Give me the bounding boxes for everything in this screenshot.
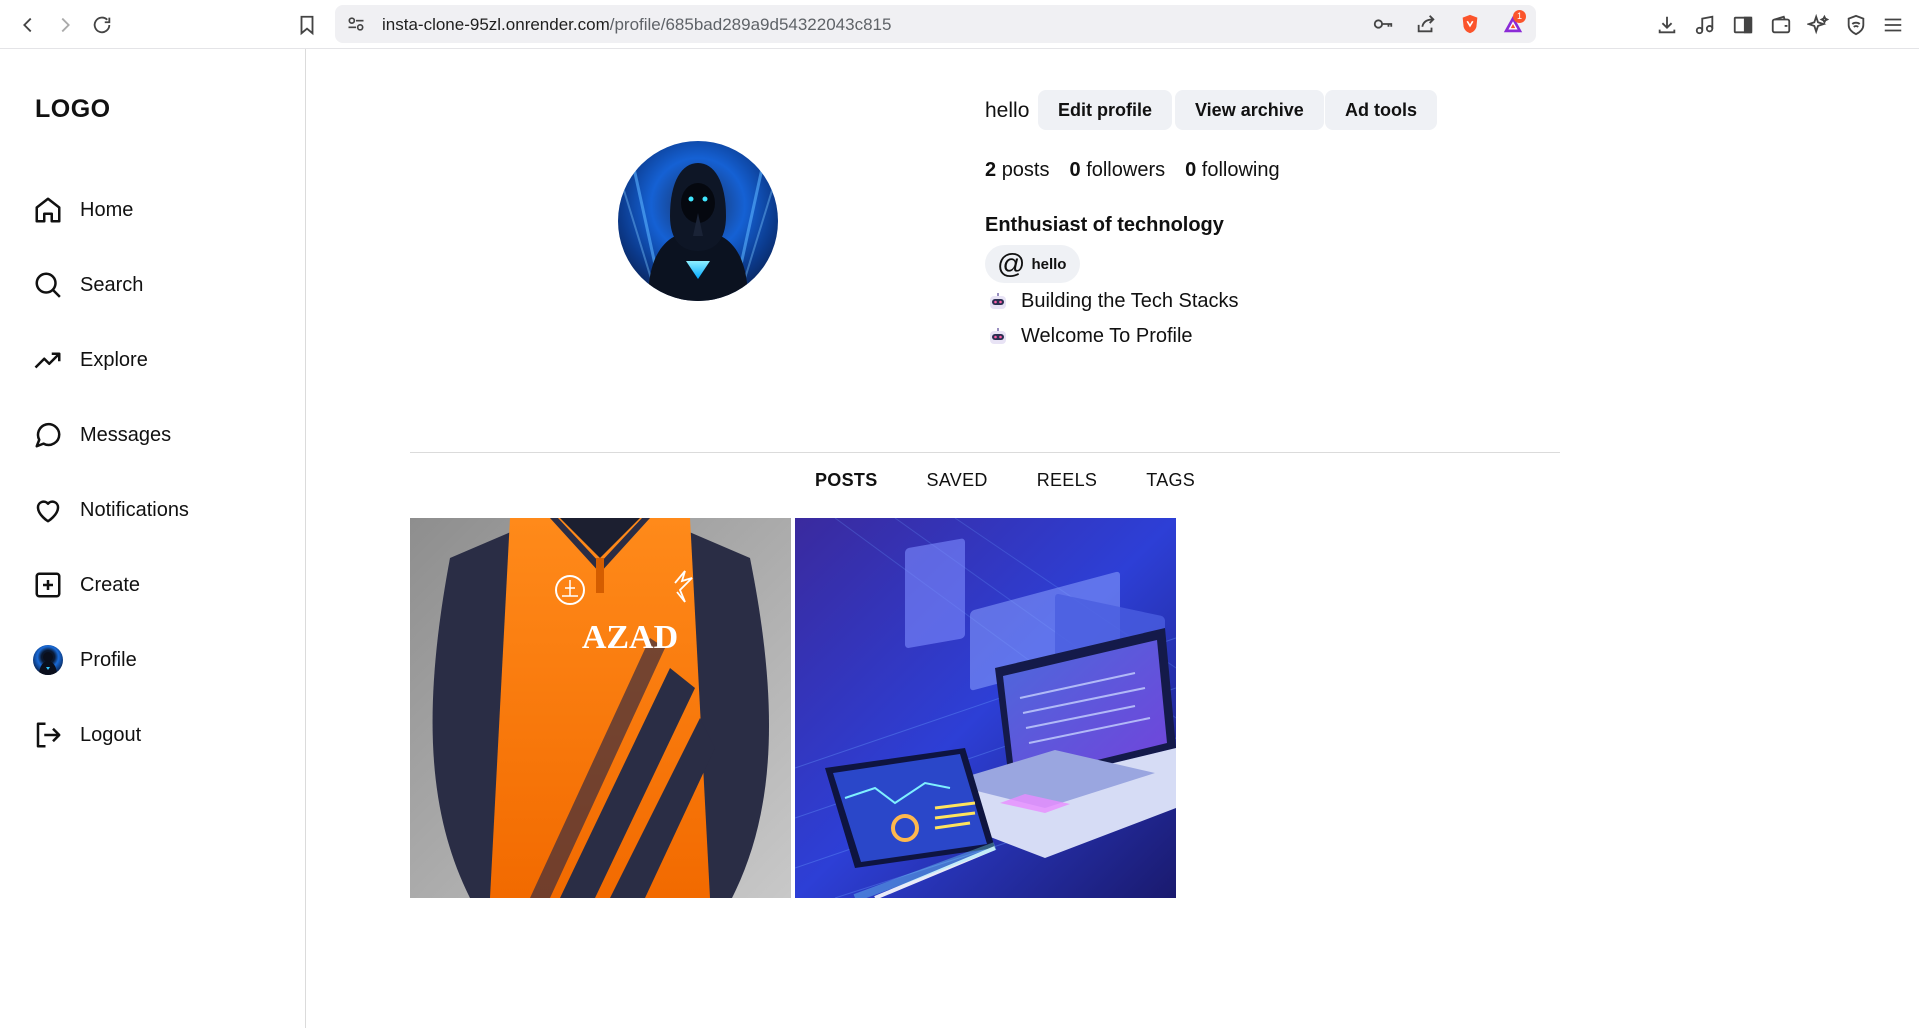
avatar — [33, 645, 63, 675]
downloads-button[interactable] — [1654, 12, 1680, 38]
menu-button[interactable] — [1880, 12, 1906, 38]
profile-username: hello — [985, 99, 1030, 122]
sidebar: LOGO Home Search Explore Messages Notifi… — [0, 49, 306, 1028]
sidebar-item-profile[interactable]: Profile — [33, 640, 137, 680]
sparkle-icon — [1807, 14, 1829, 35]
jersey-image: AZAD — [410, 518, 791, 898]
sidebar-toggle-button[interactable] — [1730, 12, 1756, 38]
chevron-right-icon — [61, 17, 70, 33]
sidebar-item-create[interactable]: Create — [33, 565, 140, 605]
sidebar-item-explore[interactable]: Explore — [33, 340, 148, 380]
view-archive-button[interactable]: View archive — [1175, 90, 1324, 130]
sidebar-item-home[interactable]: Home — [33, 190, 133, 230]
message-circle-icon — [35, 422, 61, 448]
followers-count: 0 — [1069, 159, 1081, 181]
address-bar[interactable]: insta-clone-95zl.onrender.com/profile/68… — [335, 5, 1536, 43]
share-icon[interactable] — [1415, 13, 1437, 35]
url-text[interactable]: insta-clone-95zl.onrender.com/profile/68… — [382, 15, 891, 35]
brave-shield-icon[interactable] — [1459, 13, 1481, 35]
leo-ai-button[interactable] — [1805, 12, 1831, 38]
tab-reels[interactable]: REELS — [1037, 470, 1098, 491]
music-icon — [1695, 15, 1714, 35]
posts-count: 2 — [985, 159, 997, 181]
back-button[interactable] — [15, 12, 41, 38]
handle-text: hello — [1031, 255, 1067, 273]
sidebar-item-messages[interactable]: Messages — [33, 415, 171, 455]
profile-avatar[interactable] — [618, 141, 778, 301]
trending-icon — [34, 352, 61, 369]
site-settings-icon[interactable] — [345, 13, 367, 35]
tab-saved[interactable]: SAVED — [927, 470, 988, 491]
followers-label: followers — [1086, 159, 1166, 181]
hamburger-menu-icon — [1884, 18, 1902, 32]
profile-display-name: Enthusiast of technology — [985, 214, 1224, 236]
tab-tags[interactable]: TAGS — [1146, 470, 1195, 491]
logo[interactable]: LOGO — [35, 95, 111, 124]
shield-icon — [1847, 14, 1865, 36]
profile-picture — [618, 141, 778, 301]
posts-stat[interactable]: 2 posts — [985, 159, 1050, 182]
bookmark-button[interactable] — [294, 12, 320, 38]
post-thumbnail[interactable] — [795, 518, 1176, 898]
sidebar-item-search[interactable]: Search — [33, 265, 143, 305]
brave-rewards-icon[interactable]: 1 — [1502, 10, 1526, 35]
section-divider — [410, 452, 1560, 453]
following-label: following — [1201, 159, 1280, 181]
bio-text: Welcome To Profile — [1021, 325, 1193, 347]
tech-laptop-image — [795, 518, 1176, 898]
ad-tools-button[interactable]: Ad tools — [1325, 90, 1437, 130]
heart-icon — [36, 500, 60, 523]
profile-tabs: POSTS SAVED REELS TAGS — [815, 470, 1244, 491]
reload-button[interactable] — [89, 12, 115, 38]
sidebar-item-label: Profile — [80, 648, 137, 671]
sidebar-item-label: Messages — [80, 423, 172, 446]
sidebar-item-label: Search — [80, 273, 144, 296]
threads-icon: @ — [997, 248, 1026, 279]
followers-stat[interactable]: 0 followers — [1070, 159, 1166, 182]
sidebar-item-notifications[interactable]: Notifications — [33, 490, 189, 530]
logout-icon — [36, 722, 61, 748]
profile-stats: 2 posts 0 followers 0 following — [985, 159, 1280, 182]
browser-toolbar: insta-clone-95zl.onrender.com/profile/68… — [0, 0, 1919, 49]
sidebar-icon — [1733, 16, 1753, 34]
sidebar-item-label: Explore — [80, 348, 148, 371]
posts-label: posts — [1001, 159, 1050, 181]
following-count: 0 — [1185, 159, 1197, 181]
edit-profile-button[interactable]: Edit profile — [1038, 90, 1172, 130]
wallet-button[interactable] — [1768, 12, 1794, 38]
sidebar-item-label: Home — [80, 198, 134, 221]
sidebar-item-label: Notifications — [80, 498, 189, 521]
sidebar-item-label: Logout — [80, 723, 142, 746]
vpn-button[interactable] — [1843, 12, 1869, 38]
bio-line: Building the Tech Stacks — [987, 290, 1239, 313]
tab-posts[interactable]: POSTS — [815, 470, 878, 491]
robot-emoji-icon — [990, 327, 1006, 344]
following-stat[interactable]: 0 following — [1185, 159, 1280, 182]
robot-emoji-icon — [990, 292, 1006, 309]
post-thumbnail[interactable]: AZAD — [410, 518, 791, 898]
plus-square-icon — [35, 572, 61, 598]
sidebar-item-label: Create — [80, 573, 141, 596]
bookmark-icon — [300, 15, 314, 36]
key-icon[interactable] — [1372, 13, 1394, 35]
home-icon — [35, 197, 61, 223]
search-icon — [35, 272, 61, 298]
wallet-icon — [1771, 15, 1791, 34]
sidebar-item-logout[interactable]: Logout — [33, 715, 141, 755]
rewards-badge: 1 — [1513, 10, 1526, 23]
threads-handle-chip[interactable]: @ hello — [985, 245, 1081, 283]
bio-text: Building the Tech Stacks — [1021, 290, 1239, 312]
url-path: /profile/685bad289a9d54322043c815 — [609, 15, 892, 34]
url-host: insta-clone-95zl.onrender.com — [382, 15, 610, 34]
chevron-left-icon — [23, 17, 32, 33]
media-button[interactable] — [1692, 12, 1718, 38]
forward-button[interactable] — [52, 12, 78, 38]
download-icon — [1658, 16, 1676, 34]
reload-icon — [93, 16, 111, 34]
bio-line: Welcome To Profile — [987, 325, 1193, 348]
jersey-text: AZAD — [582, 619, 678, 656]
